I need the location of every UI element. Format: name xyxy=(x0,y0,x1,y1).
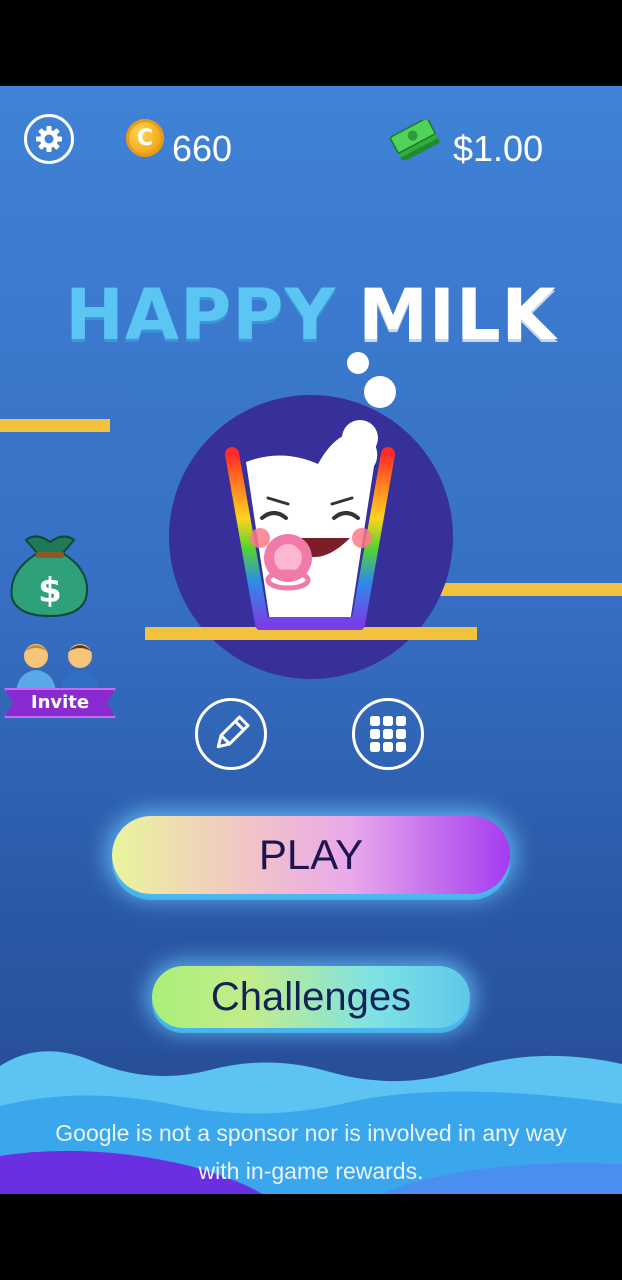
pencil-icon xyxy=(216,715,250,749)
money-bag-icon[interactable]: $ xyxy=(6,530,92,618)
bubble-medium xyxy=(364,376,396,408)
coin-count: 660 xyxy=(172,128,233,169)
gear-icon xyxy=(36,126,62,152)
settings-button[interactable] xyxy=(24,114,74,164)
challenges-button[interactable]: Challenges xyxy=(152,966,470,1028)
edit-button[interactable] xyxy=(195,698,267,770)
platform-left xyxy=(0,419,110,432)
invite-label: Invite xyxy=(4,688,116,718)
invite-friends-icon xyxy=(16,644,100,692)
bubble-small xyxy=(347,352,369,374)
invite-button[interactable]: Invite xyxy=(4,640,116,720)
cash-stack-icon xyxy=(389,120,440,160)
grid-icon xyxy=(370,716,406,752)
title-word-milk: MILK xyxy=(358,274,557,356)
game-title: HAPPY MILK xyxy=(0,274,622,356)
disclaimer-line-2: with in-game rewards. xyxy=(198,1158,424,1184)
platform-right xyxy=(438,583,622,596)
levels-grid-button[interactable] xyxy=(352,698,424,770)
challenges-label: Challenges xyxy=(210,974,412,1019)
play-button[interactable]: PLAY xyxy=(112,816,510,894)
svg-text:$: $ xyxy=(38,571,62,611)
cash-amount: $1.00 xyxy=(453,128,544,169)
rewards-disclaimer: Google is not a sponsor nor is involved … xyxy=(20,1114,602,1190)
coin-symbol: C xyxy=(136,125,154,151)
milk-cup-character xyxy=(225,420,395,630)
play-label: PLAY xyxy=(258,831,364,878)
disclaimer-line-1: Google is not a sponsor nor is involved … xyxy=(55,1120,567,1146)
coin-icon: C xyxy=(126,119,164,157)
game-screen: C 660 $1.00 HAPPY MILK $ Invite PLAY Cha… xyxy=(0,86,622,1194)
title-word-happy: HAPPY xyxy=(65,274,337,356)
